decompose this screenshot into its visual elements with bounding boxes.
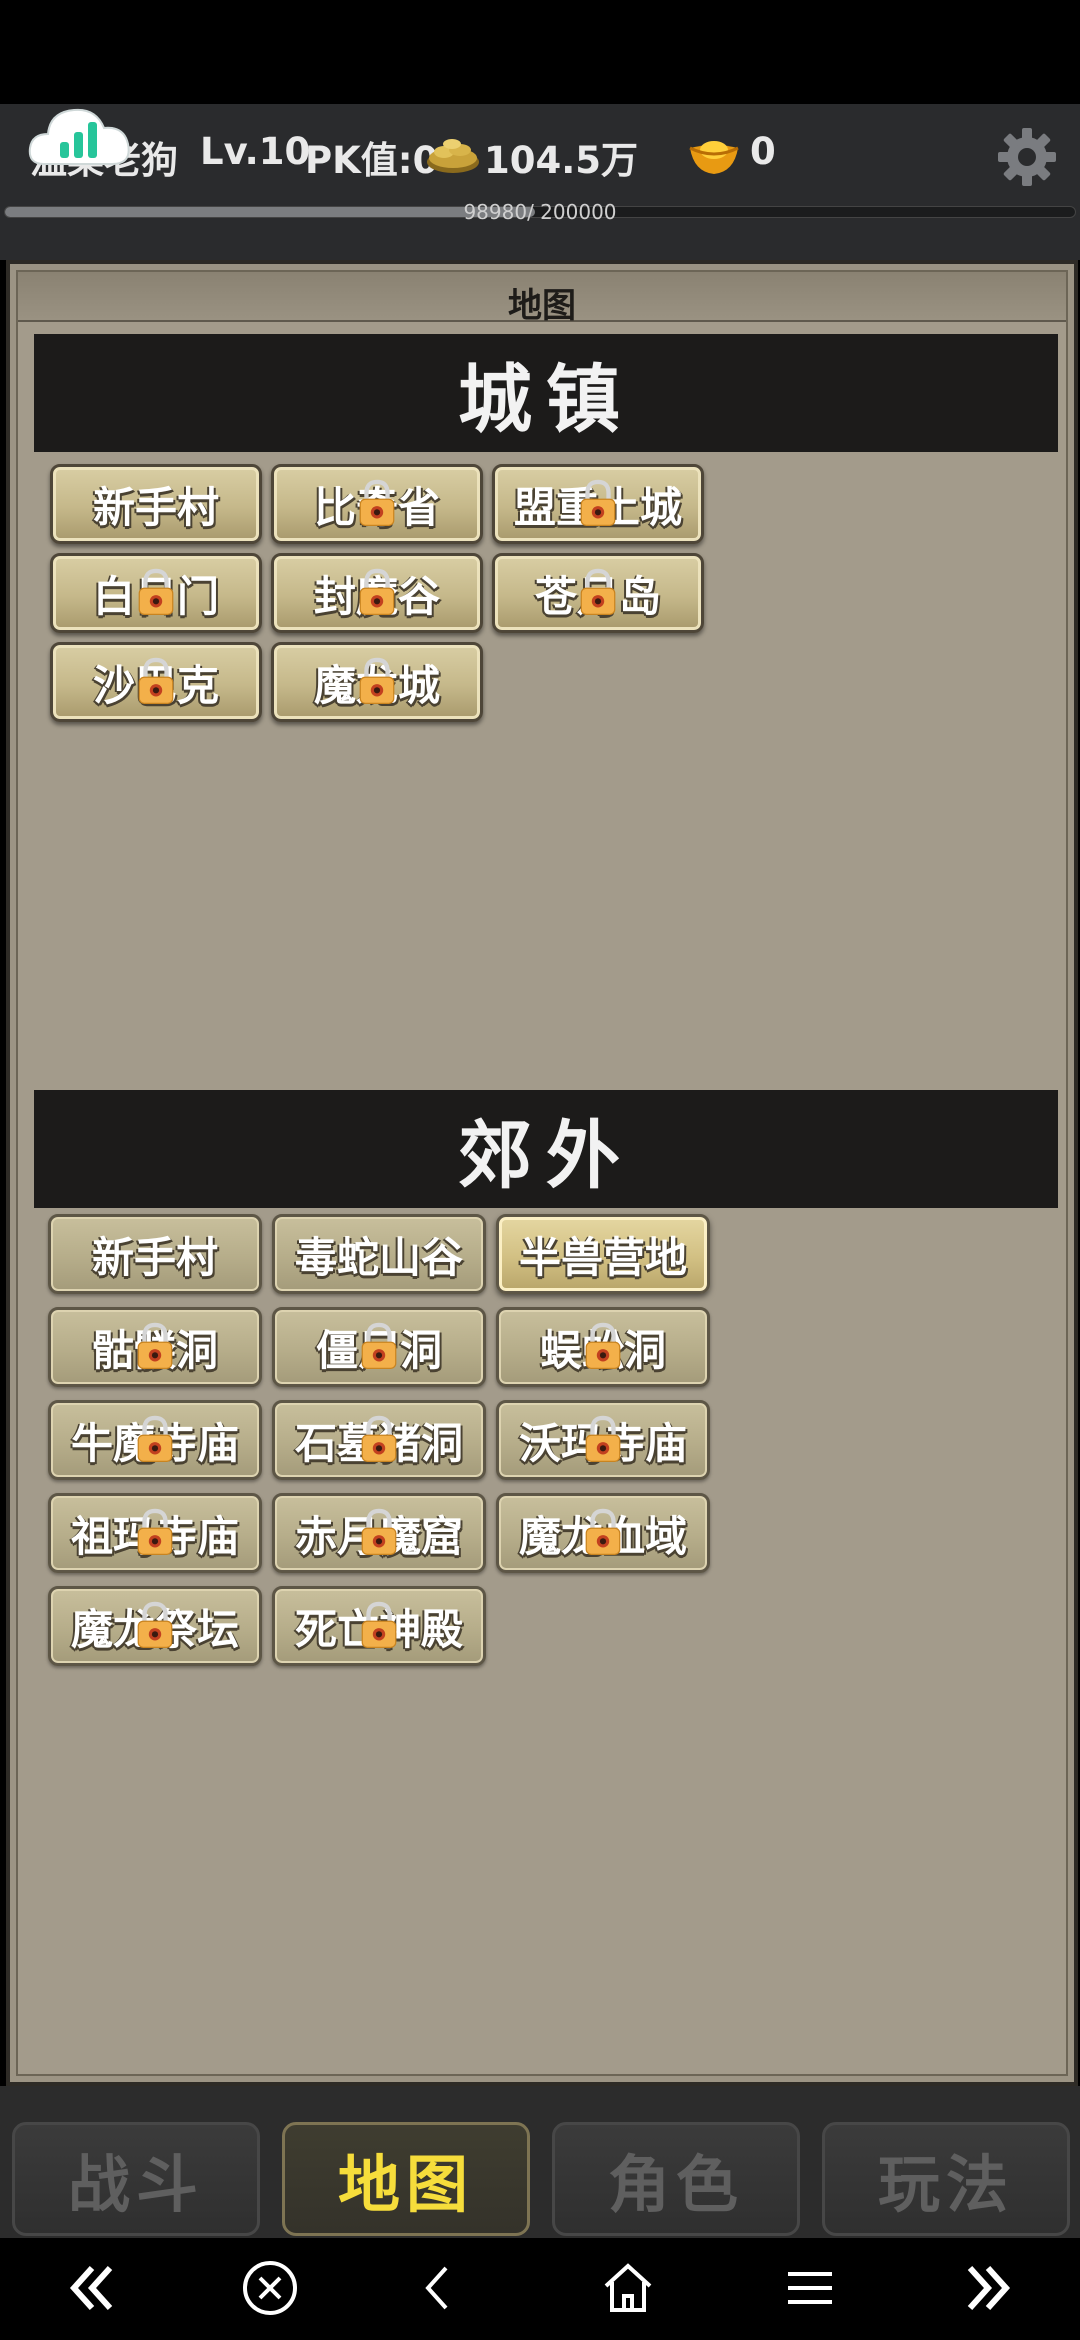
home-icon[interactable]	[598, 2258, 658, 2318]
padlock-icon	[358, 656, 396, 706]
close-circle-icon[interactable]	[240, 2258, 300, 2318]
tab-label: 玩法	[877, 2148, 1014, 2221]
padlock-icon	[136, 1507, 174, 1557]
wild-map-button[interactable]: 蜈蚣洞	[496, 1307, 710, 1387]
map-button-label: 毒蛇山谷	[294, 1232, 463, 1282]
padlock-icon	[584, 1321, 622, 1371]
padlock-icon	[360, 1507, 398, 1557]
map-button-label: 新手村	[92, 482, 219, 532]
player-level: Lv.10	[200, 130, 311, 173]
section-towns: 城镇	[34, 334, 1058, 452]
tab-label: 地图	[337, 2148, 474, 2221]
system-nav-bar	[0, 2238, 1080, 2340]
padlock-icon	[360, 1414, 398, 1464]
player-info-bar: 温柔老狗 Lv.10 PK值:0 104.5万 0 98980/ 200000	[0, 104, 1080, 260]
padlock-icon	[136, 1321, 174, 1371]
towns-map-button[interactable]: 魔龙城	[271, 642, 483, 722]
gold-coins-icon	[427, 139, 479, 173]
tab-2[interactable]: 角色	[552, 2122, 800, 2236]
wild-map-button[interactable]: 祖玛寺庙	[48, 1493, 262, 1573]
map-button-label: 新手村	[91, 1232, 218, 1282]
wild-map-button[interactable]: 牛魔寺庙	[48, 1400, 262, 1480]
wild-map-button[interactable]: 新手村	[48, 1214, 262, 1294]
towns-map-button[interactable]: 盟重土城	[492, 464, 704, 544]
towns-map-button[interactable]: 比奇省	[271, 464, 483, 544]
gear-icon[interactable]	[994, 124, 1060, 190]
padlock-icon	[579, 567, 617, 617]
padlock-icon	[136, 1414, 174, 1464]
bottom-tab-bar: 战斗 地图 角色 玩法	[0, 2086, 1080, 2238]
tab-3[interactable]: 玩法	[822, 2122, 1070, 2236]
gold-amount: 104.5万	[484, 139, 639, 182]
section-wild-title: 郊外	[458, 1112, 634, 1199]
section-wild: 郊外	[34, 1090, 1058, 1208]
tab-1[interactable]: 地图	[282, 2122, 530, 2236]
wild-map-button[interactable]: 僵尸洞	[272, 1307, 486, 1387]
wild-map-button[interactable]: 半兽营地	[496, 1214, 710, 1294]
wild-map-button[interactable]: 魔龙血域	[496, 1493, 710, 1573]
padlock-icon	[360, 1600, 398, 1650]
status-bar	[0, 0, 1080, 104]
panel-title: 地图	[508, 286, 576, 326]
wild-map-button[interactable]: 骷髅洞	[48, 1307, 262, 1387]
padlock-icon	[136, 1600, 174, 1650]
wild-map-button[interactable]: 魔龙祭坛	[48, 1586, 262, 1666]
pk-value: PK值:0	[305, 139, 439, 182]
wild-map-button[interactable]: 沃玛寺庙	[496, 1400, 710, 1480]
tab-0[interactable]: 战斗	[12, 2122, 260, 2236]
panel-header: 地图	[18, 272, 1066, 326]
double-chevron-left-icon[interactable]	[62, 2258, 122, 2318]
wild-map-button[interactable]: 赤月魔窟	[272, 1493, 486, 1573]
cloud-signal-icon[interactable]	[24, 92, 138, 182]
wild-map-button[interactable]: 毒蛇山谷	[272, 1214, 486, 1294]
tab-label: 战斗	[67, 2148, 204, 2221]
padlock-icon	[360, 1321, 398, 1371]
towns-map-button[interactable]: 苍月岛	[492, 553, 704, 633]
towns-map-button[interactable]: 封魔谷	[271, 553, 483, 633]
padlock-icon	[584, 1414, 622, 1464]
towns-map-button[interactable]: 沙巴克	[50, 642, 262, 722]
padlock-icon	[358, 567, 396, 617]
ingot-amount: 0	[750, 130, 776, 173]
exp-text: 98980/ 200000	[463, 200, 617, 224]
padlock-icon	[137, 656, 175, 706]
map-button-label: 半兽营地	[518, 1232, 687, 1282]
section-towns-title: 城镇	[458, 356, 634, 443]
towns-map-button[interactable]: 新手村	[50, 464, 262, 544]
padlock-icon	[137, 567, 175, 617]
wild-map-button[interactable]: 石墓猪洞	[272, 1400, 486, 1480]
padlock-icon	[358, 478, 396, 528]
double-chevron-right-icon[interactable]	[958, 2258, 1018, 2318]
padlock-icon	[579, 478, 617, 528]
tab-label: 角色	[607, 2148, 744, 2221]
towns-map-button[interactable]: 白日门	[50, 553, 262, 633]
wild-map-button[interactable]: 死亡神殿	[272, 1586, 486, 1666]
back-icon[interactable]	[408, 2258, 468, 2318]
gold-ingot-icon	[689, 141, 739, 174]
map-panel: 地图 城镇 新手村比奇省盟重土城白日门封魔谷苍月岛沙巴克魔龙城 郊外 新手村毒蛇…	[6, 260, 1078, 2086]
padlock-icon	[584, 1507, 622, 1557]
menu-icon[interactable]	[780, 2258, 840, 2318]
